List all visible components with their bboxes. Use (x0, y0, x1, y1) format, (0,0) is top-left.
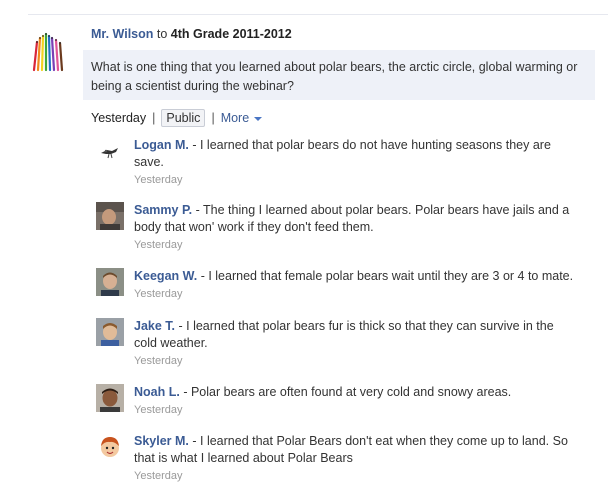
comment-text: - The thing I learned about polar bears.… (134, 203, 570, 234)
meta-separator-2: | (211, 111, 215, 125)
visibility-badge: Public (161, 109, 206, 127)
comment-timestamp[interactable]: Yesterday (134, 354, 574, 368)
post-author-link[interactable]: Mr. Wilson (91, 27, 153, 41)
user-photo-avatar[interactable] (96, 202, 124, 230)
comment-text: - I learned that Polar Bears don't eat w… (134, 434, 568, 465)
post-question: What is one thing that you learned about… (83, 50, 595, 100)
post-group-name[interactable]: 4th Grade 2011-2012 (171, 27, 292, 41)
user-photo-avatar[interactable] (96, 384, 124, 412)
comment-author-link[interactable]: Noah L. (134, 385, 180, 399)
comment-timestamp[interactable]: Yesterday (134, 403, 574, 417)
more-menu-button[interactable]: More (220, 111, 263, 125)
comment-timestamp[interactable]: Yesterday (134, 238, 574, 252)
post-timestamp[interactable]: Yesterday (91, 111, 146, 125)
comment-timestamp[interactable]: Yesterday (134, 173, 574, 187)
post-meta-row: Yesterday | Public | More (91, 109, 263, 127)
bird-icon[interactable] (96, 137, 124, 165)
colored-pencils-avatar[interactable] (30, 28, 66, 72)
comment-timestamp[interactable]: Yesterday (134, 469, 574, 483)
comment-text: - Polar bears are often found at very co… (179, 385, 512, 399)
top-divider (28, 14, 608, 15)
user-photo-avatar[interactable] (96, 268, 124, 296)
post-to-word: to (156, 27, 168, 41)
comment-text: - I learned that polar bears do not have… (134, 138, 551, 169)
comment-timestamp[interactable]: Yesterday (134, 287, 574, 301)
comment-author-link[interactable]: Keegan W. (134, 269, 197, 283)
user-photo-avatar[interactable] (96, 318, 124, 346)
chevron-down-icon (254, 116, 263, 121)
comment-author-link[interactable]: Jake T. (134, 319, 175, 333)
comment-author-link[interactable]: Skyler M. (134, 434, 189, 448)
post-header: Mr. Wilson to 4th Grade 2011-2012 (91, 27, 292, 41)
comment-text: - I learned that polar bears fur is thic… (134, 319, 554, 350)
cartoon-face-icon[interactable] (96, 433, 124, 461)
comment-text: - I learned that female polar bears wait… (197, 269, 574, 283)
more-label: More (220, 111, 250, 125)
comment-author-link[interactable]: Sammy P. (134, 203, 192, 217)
meta-separator: | (152, 111, 156, 125)
comment-author-link[interactable]: Logan M. (134, 138, 189, 152)
